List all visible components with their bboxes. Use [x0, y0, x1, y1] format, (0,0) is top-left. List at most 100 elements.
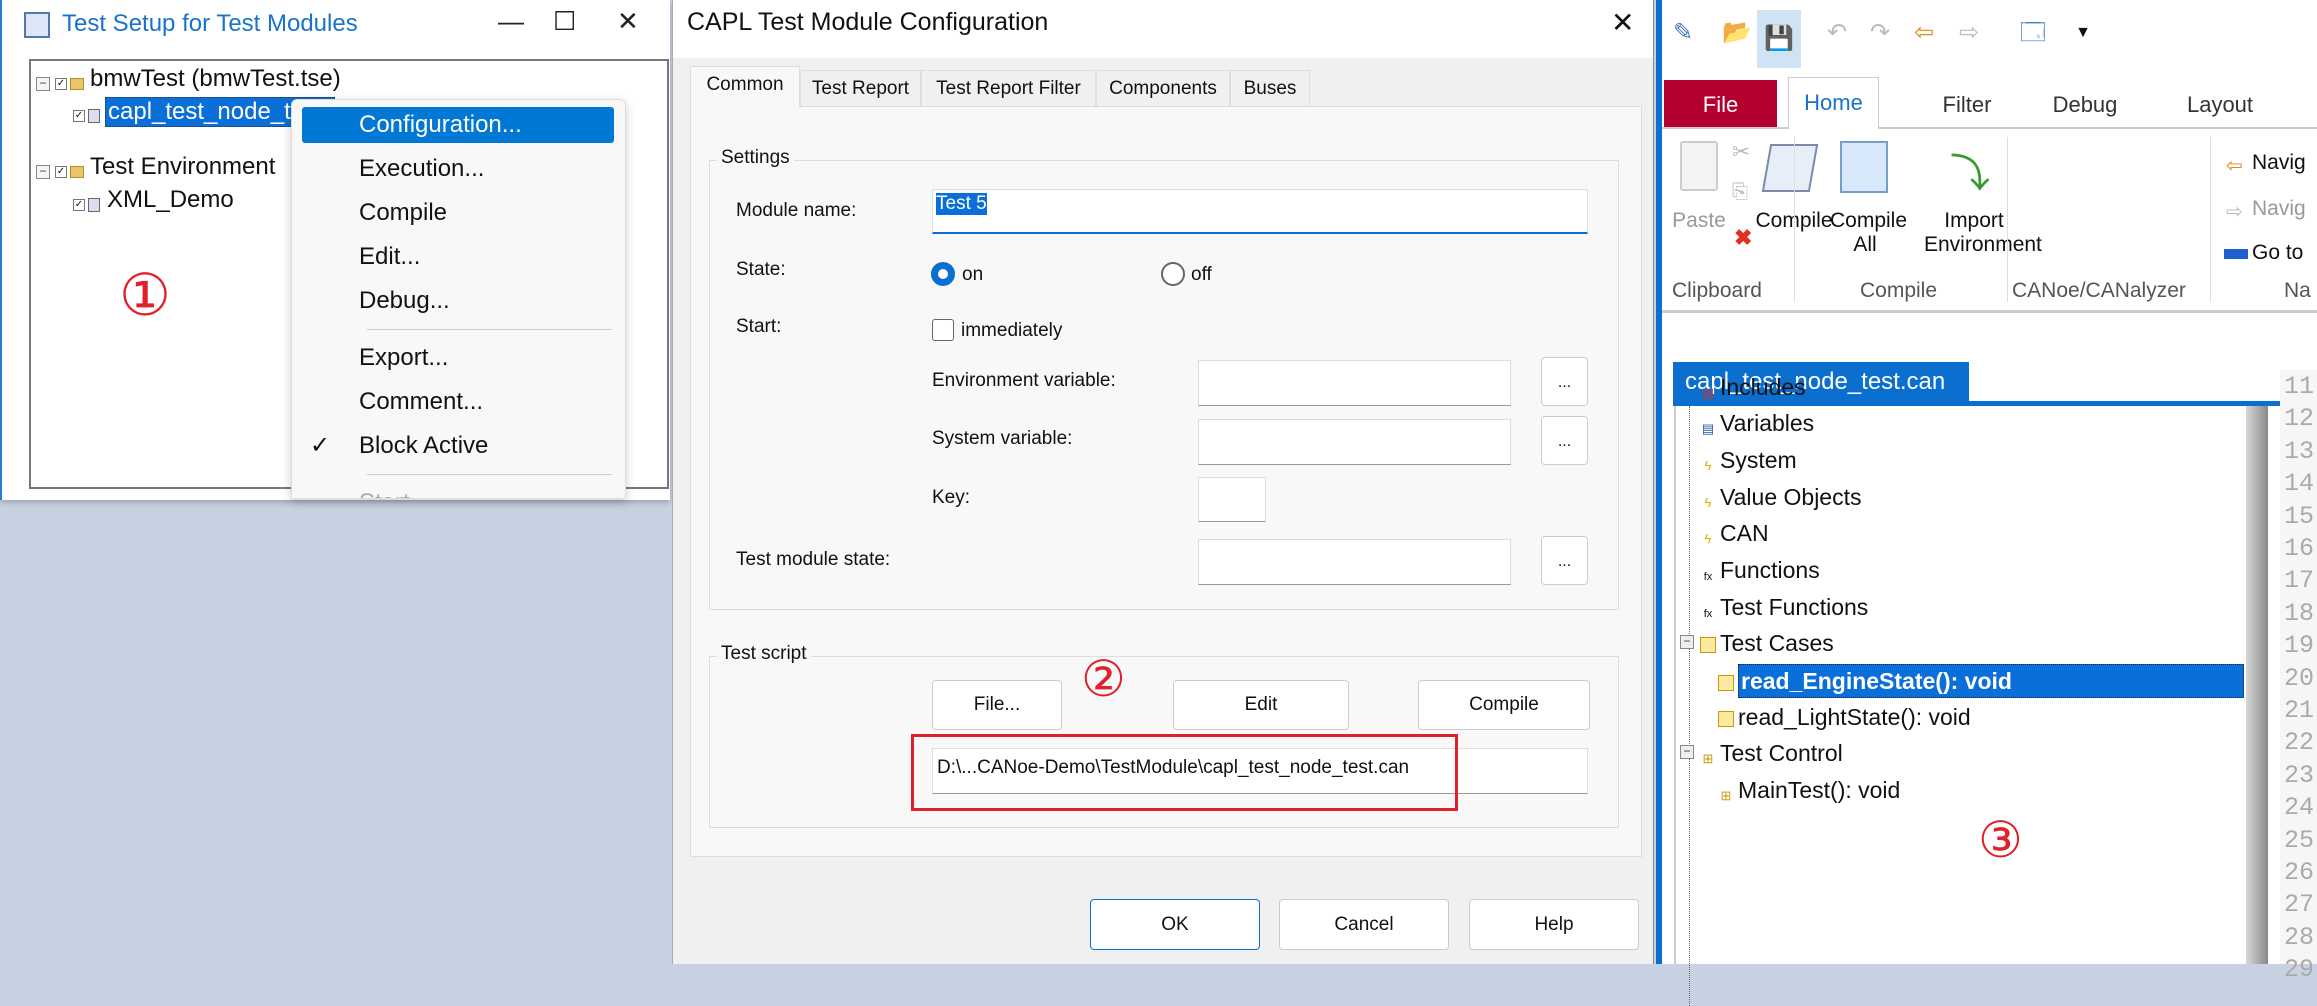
- tree-item-maintest[interactable]: ⊞ MainTest(): void: [1718, 774, 1901, 806]
- checkbox-icon[interactable]: ✓: [73, 110, 85, 122]
- minimize-button[interactable]: —: [498, 6, 524, 37]
- navigate-back-icon[interactable]: ⇦: [2226, 153, 2243, 178]
- customize-dropdown-icon[interactable]: ▼: [2068, 18, 2098, 48]
- tree-item-includes[interactable]: ▤ Includes: [1700, 371, 1806, 403]
- save-icon[interactable]: 💾: [1757, 10, 1801, 68]
- menu-item-comment[interactable]: Comment...: [302, 384, 614, 420]
- ribbon-tab-layout[interactable]: Layout: [2170, 80, 2270, 130]
- system-fx-icon: ϟ: [1704, 458, 1712, 473]
- line-number: 12: [2284, 404, 2315, 434]
- ribbon-tab-debug[interactable]: Debug: [2040, 80, 2130, 130]
- navigate-forward-icon[interactable]: ⇨: [1954, 18, 1984, 48]
- group-separator: [2210, 137, 2211, 302]
- undo-icon[interactable]: ↶: [1822, 18, 1852, 48]
- state-on-radio[interactable]: [931, 262, 955, 286]
- tree-item-test-functions[interactable]: fx Test Functions: [1700, 591, 1869, 623]
- paste-button[interactable]: Paste: [1664, 209, 1734, 233]
- tree-item-can[interactable]: ϟ CAN: [1700, 517, 1769, 549]
- env-var-input[interactable]: [1198, 360, 1511, 406]
- environment-icon[interactable]: 🗔: [2018, 18, 2048, 48]
- tree-item-bmwtest[interactable]: bmwTest (bmwTest.tse): [90, 65, 341, 93]
- copy-icon[interactable]: ⎘: [1732, 181, 1748, 204]
- collapse-icon[interactable]: −: [1680, 745, 1694, 759]
- capl-test-module-config-dialog: CAPL Test Module Configuration ✕ Common …: [672, 0, 1654, 964]
- compile-button[interactable]: Compile: [1418, 680, 1590, 730]
- tree-item-xml-demo[interactable]: XML_Demo: [107, 186, 234, 214]
- line-number: 23: [2284, 760, 2315, 790]
- collapse-icon[interactable]: −: [1680, 635, 1694, 649]
- line-number: 16: [2284, 534, 2315, 563]
- tab-common[interactable]: Common: [690, 66, 800, 107]
- go-to-button[interactable]: Go to: [2252, 241, 2303, 265]
- tree-item-test-cases[interactable]: Test Cases: [1700, 627, 1834, 659]
- module-name-value: Test 5: [936, 193, 987, 215]
- menu-item-compile[interactable]: Compile: [302, 195, 614, 231]
- checkbox-icon[interactable]: ✓: [73, 199, 85, 211]
- tree-item-value-objects[interactable]: ϟ Value Objects: [1700, 481, 1862, 513]
- cut-icon[interactable]: ✂: [1732, 139, 1750, 165]
- key-label: Key:: [932, 487, 971, 508]
- line-number: 24: [2284, 793, 2315, 823]
- compile-all-ribbon-button[interactable]: Compile All: [1830, 209, 1907, 257]
- ribbon-tab-filter[interactable]: Filter: [1927, 80, 2007, 130]
- go-to-icon[interactable]: [2224, 249, 2248, 259]
- key-input[interactable]: [1198, 477, 1266, 522]
- test-module-state-browse-button[interactable]: ...: [1541, 536, 1588, 585]
- functions-icon: fx: [1703, 571, 1713, 583]
- immediately-checkbox[interactable]: [932, 319, 954, 341]
- tree-item-test-control[interactable]: ⊞ Test Control: [1700, 737, 1843, 769]
- help-button[interactable]: Help: [1469, 899, 1639, 950]
- menu-item-debug[interactable]: Debug...: [302, 283, 614, 319]
- maximize-button[interactable]: ☐: [553, 6, 576, 37]
- cancel-button[interactable]: Cancel: [1279, 899, 1449, 950]
- test-case-icon: [1718, 711, 1734, 727]
- dialog-close-button[interactable]: ✕: [1611, 6, 1634, 39]
- open-folder-icon[interactable]: 📂: [1722, 18, 1752, 48]
- edit-button[interactable]: Edit: [1173, 680, 1349, 730]
- redo-icon[interactable]: ↷: [1865, 18, 1895, 48]
- tree-item-read-lightstate[interactable]: read_LightState(): void: [1718, 701, 1971, 733]
- line-number: 29: [2284, 955, 2315, 985]
- tab-components[interactable]: Components: [1096, 70, 1230, 106]
- menu-item-export[interactable]: Export...: [302, 340, 614, 376]
- variables-icon: ▤: [1701, 421, 1715, 436]
- tree-item-functions[interactable]: fx Functions: [1700, 554, 1820, 586]
- tab-test-report-filter[interactable]: Test Report Filter: [921, 70, 1096, 106]
- navigate-back-button[interactable]: Navig: [2252, 151, 2306, 175]
- navigate-back-icon[interactable]: ⇦: [1909, 18, 1939, 48]
- checkbox-icon[interactable]: ✓: [55, 78, 67, 90]
- checkbox-icon[interactable]: ✓: [55, 166, 67, 178]
- ok-button[interactable]: OK: [1090, 899, 1260, 950]
- tab-test-report[interactable]: Test Report: [800, 70, 921, 106]
- tab-buses[interactable]: Buses: [1230, 70, 1310, 106]
- menu-item-configuration[interactable]: Configuration...: [302, 107, 614, 143]
- edit-document-icon[interactable]: ✎: [1668, 18, 1698, 48]
- module-name-input[interactable]: Test 5: [932, 189, 1588, 234]
- close-button[interactable]: ✕: [617, 6, 639, 37]
- sys-var-input[interactable]: [1198, 419, 1511, 465]
- tree-item-read-enginestate[interactable]: read_EngineState(): void: [1718, 664, 2246, 698]
- file-button[interactable]: File...: [932, 680, 1062, 730]
- tree-item-system[interactable]: ϟ System: [1700, 444, 1797, 476]
- tree-item-test-environment[interactable]: Test Environment: [90, 153, 275, 181]
- ribbon-tab-home[interactable]: Home: [1788, 77, 1879, 129]
- state-off-radio[interactable]: [1161, 262, 1185, 286]
- navigate-forward-button[interactable]: Navig: [2252, 197, 2306, 221]
- sys-var-browse-button[interactable]: ...: [1541, 416, 1588, 465]
- collapse-icon[interactable]: −: [36, 77, 50, 91]
- annotation-highlight-box: [911, 734, 1458, 811]
- menu-item-edit[interactable]: Edit...: [302, 239, 614, 275]
- delete-icon[interactable]: ✖: [1734, 225, 1752, 251]
- line-number: 17: [2284, 566, 2315, 596]
- ribbon-tab-file[interactable]: File: [1664, 80, 1777, 130]
- navigate-forward-icon[interactable]: ⇨: [2226, 199, 2243, 224]
- collapse-icon[interactable]: −: [36, 165, 50, 179]
- splitter-handle[interactable]: [2246, 406, 2268, 964]
- env-var-browse-button[interactable]: ...: [1541, 357, 1588, 406]
- test-module-state-input[interactable]: [1198, 539, 1511, 585]
- tree-item-variables[interactable]: ▤ Variables: [1700, 407, 1814, 439]
- menu-item-block-active[interactable]: Block Active: [302, 428, 614, 464]
- menu-item-execution[interactable]: Execution...: [302, 151, 614, 187]
- includes-icon: ▤: [1701, 385, 1715, 400]
- import-environment-button[interactable]: Import Environment: [1924, 209, 2042, 257]
